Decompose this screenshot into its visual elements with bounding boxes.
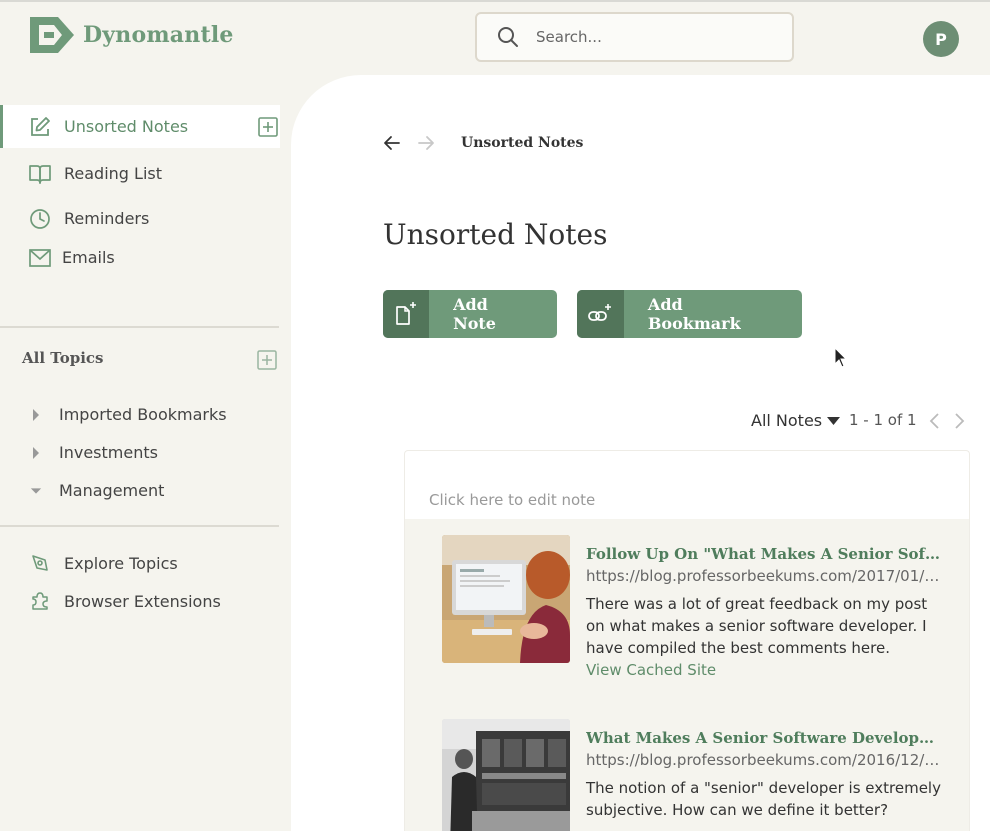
- logo[interactable]: Dynomantle: [28, 15, 234, 55]
- sidebar-item-label: Reading List: [64, 164, 162, 183]
- search-input[interactable]: [536, 28, 776, 46]
- sidebar-item-reminders[interactable]: Reminders: [0, 197, 280, 240]
- back-arrow-icon[interactable]: [383, 134, 401, 152]
- sidebar-item-reading-list[interactable]: Reading List: [0, 152, 280, 195]
- bookmark-body: Follow Up On "What Makes A Senior Softwa…: [586, 545, 942, 681]
- search-box[interactable]: [475, 12, 794, 62]
- book-icon: [28, 162, 52, 186]
- search-icon: [498, 27, 518, 47]
- prev-page-icon[interactable]: [928, 412, 942, 430]
- topic-imported-bookmarks[interactable]: Imported Bookmarks: [30, 405, 227, 424]
- sidebar-item-label: Reminders: [64, 209, 150, 228]
- topic-investments[interactable]: Investments: [30, 443, 158, 462]
- link-plus-icon: [577, 290, 624, 338]
- app-name: Dynomantle: [83, 22, 234, 48]
- button-label: Add Bookmark: [647, 295, 741, 333]
- note-card: Click here to edit note Follow Up On "Wh…: [404, 450, 970, 831]
- pager-count: 1 - 1 of 1: [849, 411, 917, 429]
- top-border: [0, 0, 990, 2]
- button-label: Add Note: [453, 295, 496, 333]
- bookmark-title[interactable]: What Makes A Senior Software Developer?: [586, 729, 942, 747]
- bookmark-description: There was a lot of great feedback on my …: [586, 595, 928, 657]
- mouse-cursor-icon: [834, 347, 848, 368]
- add-note-button[interactable]: Add Note: [383, 290, 557, 338]
- topic-label: Imported Bookmarks: [59, 405, 227, 424]
- avatar[interactable]: P: [923, 21, 959, 57]
- caret-right-icon[interactable]: [30, 446, 42, 460]
- forward-arrow-icon[interactable]: [417, 134, 435, 152]
- topic-label: Investments: [59, 443, 158, 462]
- bookmark-item: Follow Up On "What Makes A Senior Softwa…: [442, 535, 962, 695]
- page-title: Unsorted Notes: [383, 218, 608, 251]
- sidebar-item-unsorted-notes[interactable]: Unsorted Notes: [0, 105, 280, 148]
- notes-filter-dropdown[interactable]: All Notes: [751, 411, 841, 430]
- sidebar: Unsorted Notes Reading List Reminders Em…: [0, 105, 280, 279]
- logo-icon: [30, 17, 74, 53]
- bookmark-body: What Makes A Senior Software Developer? …: [586, 729, 942, 821]
- filter-label: All Notes: [751, 411, 823, 430]
- sidebar-divider: [0, 525, 279, 527]
- bookmark-url: https://blog.professorbeekums.com/2016/1…: [586, 751, 942, 769]
- topic-management[interactable]: Management: [30, 481, 164, 500]
- bookmark-list: Follow Up On "What Makes A Senior Softwa…: [405, 519, 969, 831]
- bookmark-item: What Makes A Senior Software Developer? …: [442, 719, 962, 831]
- add-bookmark-button[interactable]: Add Bookmark: [577, 290, 802, 338]
- sidebar-item-label: Emails: [62, 248, 115, 267]
- next-page-icon[interactable]: [952, 412, 966, 430]
- breadcrumb-current: Unsorted Notes: [461, 135, 584, 151]
- view-cached-site-link[interactable]: View Cached Site: [586, 659, 942, 681]
- puzzle-icon: [28, 589, 52, 613]
- caret-right-icon[interactable]: [30, 408, 42, 422]
- edit-icon: [28, 115, 52, 139]
- bookmark-thumbnail[interactable]: [442, 719, 570, 831]
- envelope-icon: [28, 246, 52, 270]
- bookmark-url: https://blog.professorbeekums.com/2017/0…: [586, 567, 942, 585]
- breadcrumb: Unsorted Notes: [383, 134, 583, 152]
- clock-icon: [28, 207, 52, 231]
- topics-header: All Topics: [22, 349, 104, 367]
- compass-icon: [28, 551, 52, 575]
- sidebar-item-explore-topics[interactable]: Explore Topics: [28, 551, 178, 575]
- note-edit-placeholder[interactable]: Click here to edit note: [429, 491, 595, 509]
- caret-down-icon: [827, 416, 841, 425]
- caret-down-icon[interactable]: [30, 487, 42, 495]
- add-plus-icon[interactable]: [258, 116, 278, 137]
- topic-label: Management: [59, 481, 165, 500]
- new-file-icon: [383, 290, 430, 338]
- sidebar-item-emails[interactable]: Emails: [0, 236, 280, 279]
- bookmark-description: The notion of a "senior" developer is ex…: [586, 779, 941, 819]
- sidebar-item-browser-extensions[interactable]: Browser Extensions: [28, 589, 221, 613]
- sidebar-divider: [0, 326, 279, 328]
- sidebar-item-label: Explore Topics: [64, 553, 178, 573]
- sidebar-item-label: Unsorted Notes: [64, 117, 189, 136]
- bookmark-thumbnail[interactable]: [442, 535, 570, 663]
- bookmark-title[interactable]: Follow Up On "What Makes A Senior Softwa…: [586, 545, 942, 563]
- sidebar-item-label: Browser Extensions: [64, 591, 221, 611]
- add-topic-icon[interactable]: [257, 350, 277, 370]
